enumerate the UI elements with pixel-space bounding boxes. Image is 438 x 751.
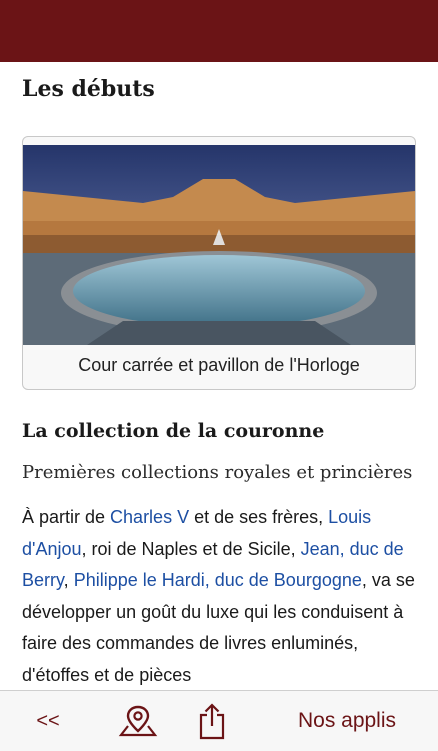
top-bar xyxy=(0,0,438,62)
paragraph-text: , xyxy=(63,570,74,590)
link-charles-v[interactable]: Charles V xyxy=(110,507,189,527)
map-pin-icon xyxy=(118,705,158,737)
bottom-toolbar: << Nos applis xyxy=(0,690,438,751)
paragraph-text: , roi de Naples et de Sicile, xyxy=(81,538,301,559)
article-paragraph: À partir de Charles V et de ses frères, … xyxy=(22,502,418,690)
share-icon xyxy=(199,703,225,740)
apps-button[interactable]: Nos applis xyxy=(272,691,422,751)
link-philippe-le-hardi[interactable]: Philippe le Hardi, duc de Bourgogne xyxy=(74,570,362,590)
article-content[interactable]: Les débuts Cour carrée et pavillon de l'… xyxy=(0,62,438,690)
map-button[interactable] xyxy=(112,691,164,751)
paragraph-text: et de ses frères, xyxy=(189,507,329,527)
paragraph-text: À partir de xyxy=(22,507,111,527)
article-figure[interactable]: Cour carrée et pavillon de l'Horloge xyxy=(22,136,416,390)
louvre-photo xyxy=(23,145,415,345)
section-title: Les débuts xyxy=(22,76,155,102)
subsection-title: La collection de la couronne xyxy=(22,420,325,442)
share-button[interactable] xyxy=(186,691,238,751)
subsection-lead: Premières collections royales et princiè… xyxy=(22,462,413,483)
figure-caption: Cour carrée et pavillon de l'Horloge xyxy=(78,355,360,375)
back-button[interactable]: << xyxy=(20,691,76,751)
